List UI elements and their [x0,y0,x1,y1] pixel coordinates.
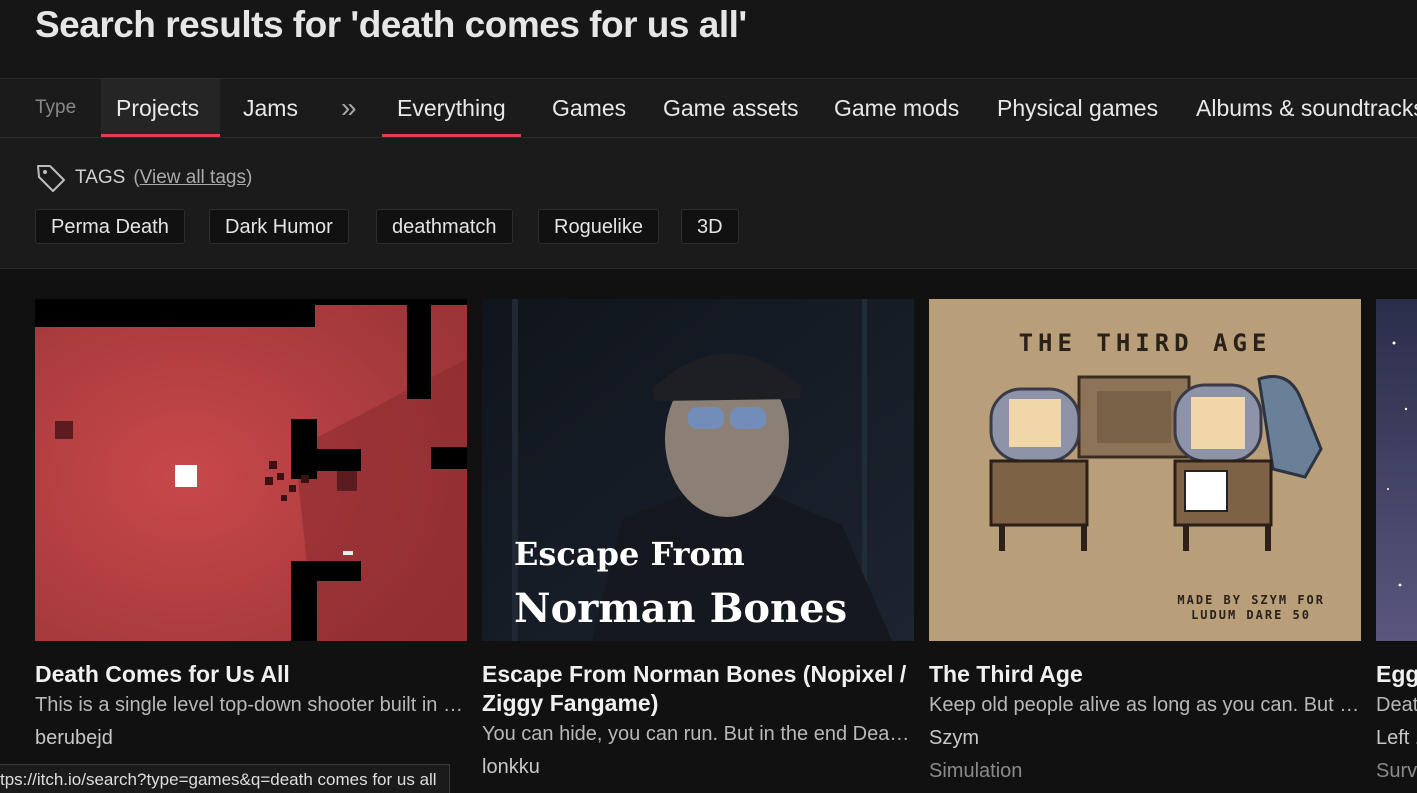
filter-everything[interactable]: Everything [382,79,521,137]
game-title[interactable]: Death Comes for Us All [35,660,467,689]
game-title[interactable]: Escape From Norman Bones (Nopixel / Zigg… [482,660,914,718]
red-topdown-level-thumbnail[interactable] [35,299,467,641]
filter-separator: » [341,92,357,123]
game-description: Deat... [1376,694,1417,716]
tag-dark-humor[interactable]: Dark Humor [209,209,349,244]
game-card: Egg... Deat... Left ... Surv... [1376,299,1417,788]
results-grid: Death Comes for Us All This is a single … [0,269,1417,793]
filter-physical-games[interactable]: Physical games [997,79,1158,137]
game-description: Keep old people alive as long as you can… [929,694,1361,716]
game-author[interactable]: berubejd [35,722,467,755]
thumb-credit-line-1: MADE BY SZYM FOR [1177,593,1325,607]
game-title[interactable]: The Third Age [929,660,1361,689]
game-genre: Surv... [1376,760,1417,782]
filter-bar: Type Projects Jams » Everything Games Ga… [0,78,1417,138]
thumb-credit-line-2: LUDUM DARE 50 [1191,608,1311,622]
game-author[interactable]: lonkku [482,751,914,784]
game-card: Escape From Norman Bones Escape From Nor… [482,299,914,784]
tag-roguelike[interactable]: Roguelike [538,209,659,244]
man-with-sunglasses-thumbnail[interactable]: Escape From Norman Bones [482,299,914,641]
view-all-tags: (View all tags) [133,167,253,188]
tag-3d[interactable]: 3D [681,209,739,244]
thumb-title-line-1: Escape From [514,535,745,573]
game-author[interactable]: Left ... [1376,722,1417,755]
status-url: tps://itch.io/search?type=games&q=death … [0,764,450,793]
thumb-game-title: THE THIRD AGE [1018,329,1272,357]
game-author[interactable]: Szym [929,722,1361,755]
tag-perma-death[interactable]: Perma Death [35,209,185,244]
pixel-elderly-couple-thumbnail[interactable]: THE THIRD AGE MADE BY SZYM FOR LUDUM DAR… [929,299,1361,641]
filter-jams[interactable]: Jams [243,79,298,137]
game-title[interactable]: Egg... [1376,660,1417,689]
game-description: You can hide, you can run. But in the en… [482,723,914,745]
game-genre: Simulation [929,760,1023,782]
filter-game-assets[interactable]: Game assets [663,79,799,137]
page-title: Search results for 'death comes for us a… [35,4,747,45]
tag-icon [37,165,65,192]
game-card: THE THIRD AGE MADE BY SZYM FOR LUDUM DAR… [929,299,1361,788]
tags-title: TAGS [75,167,126,188]
thumb-title-line-2: Norman Bones [514,585,848,632]
view-all-tags-link[interactable]: View all tags [140,167,246,188]
type-label: Type [35,97,77,118]
game-description: This is a single level top-down shooter … [35,694,467,716]
page-header: Search results for 'death comes for us a… [0,0,1417,78]
game-card: Death Comes for Us All This is a single … [35,299,467,755]
filter-game-mods[interactable]: Game mods [834,79,959,137]
tag-deathmatch[interactable]: deathmatch [376,209,513,244]
filter-albums-soundtracks[interactable]: Albums & soundtracks [1196,79,1417,137]
filter-games[interactable]: Games [552,79,626,137]
night-sky-thumbnail[interactable] [1376,299,1417,641]
tags-section: TAGS (View all tags) Perma Death Dark Hu… [0,138,1417,269]
filter-projects[interactable]: Projects [101,79,220,137]
tags-header: TAGS (View all tags) [35,162,252,194]
